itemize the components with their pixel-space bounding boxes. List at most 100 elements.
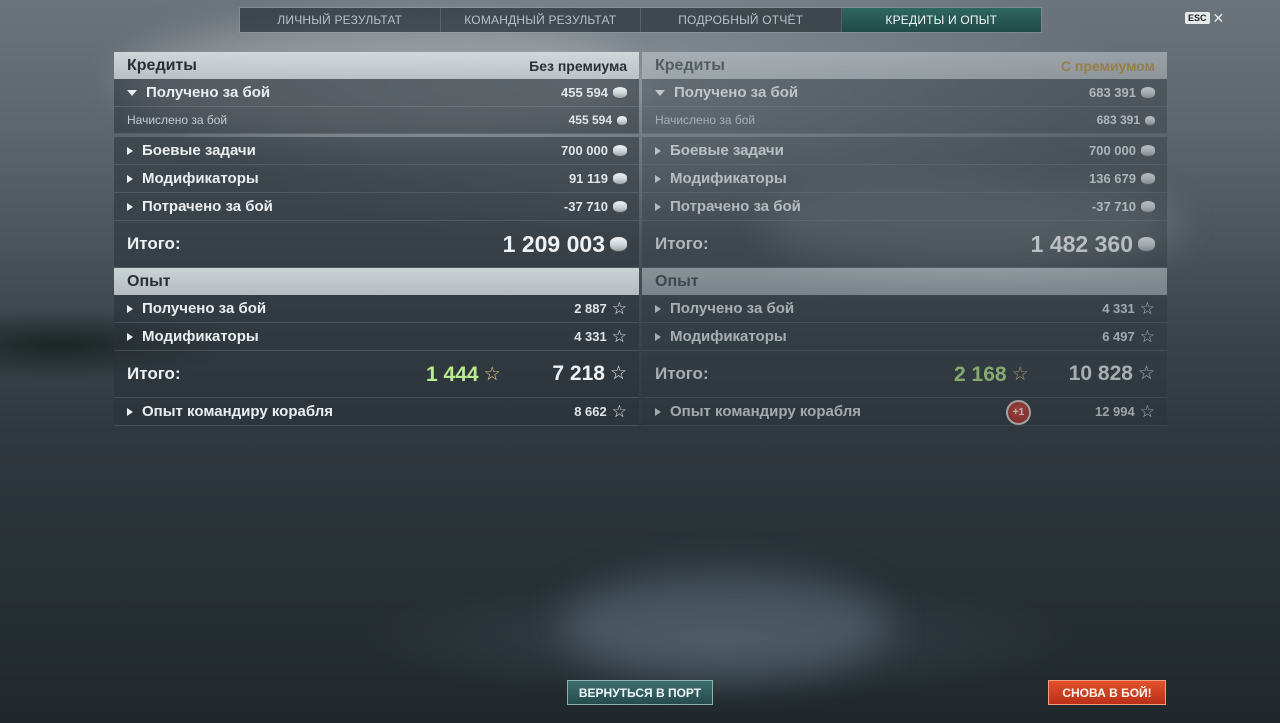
collapse-arrow-icon [127,89,137,96]
total-label: Итого: [127,234,181,253]
account-mode-label: С премиумом [1060,57,1155,74]
battle-again-button[interactable]: СНОВА В БОЙ! [1048,680,1166,705]
row-value: 2 887 [574,301,607,316]
credits-accrued-row: Начислено за бой 683 391 [642,107,1167,134]
result-tabs: ЛИЧНЫЙ РЕЗУЛЬТАТ КОМАНДНЫЙ РЕЗУЛЬТАТ ПОД… [239,7,1042,33]
close-button[interactable]: ESC ✕ [1185,11,1224,25]
credits-coin-icon [617,115,627,125]
xp-earned-row[interactable]: Получено за бой 2 887 ☆ [114,295,639,323]
xp-star-icon: ☆ [1139,298,1155,318]
expand-arrow-icon [655,407,661,416]
free-xp-star-icon: ☆ [483,364,501,385]
xp-earned-row[interactable]: Получено за бой 4 331 ☆ [642,295,1167,323]
credits-missions-row[interactable]: Боевые задачи 700 000 [114,137,639,165]
credits-xp-panel-premium: Кредиты С премиумом Получено за бой 683 … [642,52,1167,426]
expand-arrow-icon [127,202,133,211]
expand-arrow-icon [655,174,661,183]
credits-total-value: 1 209 003 [502,230,605,257]
credits-coin-icon [1138,237,1155,251]
credits-modifiers-row[interactable]: Модификаторы 91 119 [114,165,639,193]
row-label: Получено за бой [670,300,795,317]
row-value: 455 594 [568,113,612,127]
xp-total-value: 10 828 [1068,362,1133,385]
row-label: Модификаторы [142,170,259,187]
credits-header: Кредиты Без премиума [114,52,639,79]
expand-arrow-icon [127,332,133,341]
xp-star-icon: ☆ [611,401,627,421]
row-value: -37 710 [563,199,608,214]
esc-key-icon: ESC [1185,12,1210,24]
row-value: 8 662 [574,404,607,419]
collapse-arrow-icon [655,89,665,96]
row-label: Боевые задачи [142,142,256,159]
xp-star-icon: ☆ [1139,326,1155,346]
xp-header-label: Опыт [127,272,171,290]
tab-detailed-report[interactable]: ПОДРОБНЫЙ ОТЧЁТ [641,8,842,32]
credits-spent-row[interactable]: Потрачено за бой -37 710 [114,193,639,221]
row-label: Получено за бой [142,300,267,317]
row-label: Модификаторы [142,328,259,345]
free-xp-total-value: 2 168 [954,363,1007,386]
row-label: Опыт командиру корабля [670,403,861,420]
xp-star-icon: ☆ [611,326,627,346]
row-label: Получено за бой [146,84,271,101]
credits-coin-icon [613,201,627,212]
xp-modifiers-row[interactable]: Модификаторы 4 331 ☆ [114,323,639,351]
expand-arrow-icon [127,174,133,183]
row-value: 700 000 [561,143,608,158]
expand-arrow-icon [655,332,661,341]
xp-star-icon: ☆ [609,363,627,384]
return-to-port-button[interactable]: ВЕРНУТЬСЯ В ПОРТ [567,680,713,705]
credits-coin-icon [1141,87,1155,98]
credits-modifiers-row[interactable]: Модификаторы 136 679 [642,165,1167,193]
xp-header-label: Опыт [655,272,699,290]
free-xp-star-icon: ☆ [1011,364,1029,385]
credits-accrued-row: Начислено за бой 455 594 [114,107,639,134]
tab-personal-result[interactable]: ЛИЧНЫЙ РЕЗУЛЬТАТ [240,8,441,32]
expand-arrow-icon [655,202,661,211]
row-label: Начислено за бой [655,113,756,127]
row-value: -37 710 [1091,199,1136,214]
row-label: Начислено за бой [127,113,228,127]
xp-modifiers-row[interactable]: Модификаторы 6 497 ☆ [642,323,1167,351]
row-value: 12 994 [1094,404,1135,419]
row-label: Опыт командиру корабля [142,403,333,420]
row-value: 6 497 [1102,329,1135,344]
xp-header: Опыт [642,268,1167,295]
credits-header-label: Кредиты [127,56,197,74]
row-label: Потрачено за бой [670,198,801,215]
commander-xp-row[interactable]: Опыт командиру корабля 8 662 ☆ [114,398,639,426]
background-ship-silhouette [560,570,890,680]
credits-header-label: Кредиты [655,56,725,74]
credits-coin-icon [1141,173,1155,184]
credits-spent-row[interactable]: Потрачено за бой -37 710 [642,193,1167,221]
expand-arrow-icon [655,304,661,313]
row-label: Боевые задачи [670,142,784,159]
xp-total-row: Итого: 2 168 ☆ 10 828 ☆ [642,351,1167,398]
credits-coin-icon [613,173,627,184]
row-label: Модификаторы [670,170,787,187]
credits-total-row: Итого: 1 482 360 [642,221,1167,268]
credits-coin-icon [1141,145,1155,156]
credits-earned-row[interactable]: Получено за бой 683 391 [642,79,1167,107]
tab-credits-and-xp[interactable]: КРЕДИТЫ И ОПЫТ [841,8,1041,32]
row-label: Потрачено за бой [142,198,273,215]
row-label: Модификаторы [670,328,787,345]
credits-coin-icon [613,87,627,98]
credits-total-value: 1 482 360 [1030,230,1133,257]
credits-coin-icon [1145,115,1155,125]
free-xp-total-value: 1 444 [426,363,479,386]
row-label: Получено за бой [674,84,799,101]
tab-team-result[interactable]: КОМАНДНЫЙ РЕЗУЛЬТАТ [440,8,641,32]
account-mode-label: Без премиума [529,57,627,74]
row-value: 4 331 [574,329,607,344]
row-value: 683 391 [1089,85,1136,100]
total-label: Итого: [655,234,709,253]
credits-missions-row[interactable]: Боевые задачи 700 000 [642,137,1167,165]
expand-arrow-icon [127,407,133,416]
commander-xp-row[interactable]: Опыт командиру корабля +1 12 994 ☆ [642,398,1167,426]
notification-badge[interactable]: +1 [1006,400,1031,425]
credits-header: Кредиты С премиумом [642,52,1167,79]
xp-star-icon: ☆ [1139,401,1155,421]
credits-earned-row[interactable]: Получено за бой 455 594 [114,79,639,107]
